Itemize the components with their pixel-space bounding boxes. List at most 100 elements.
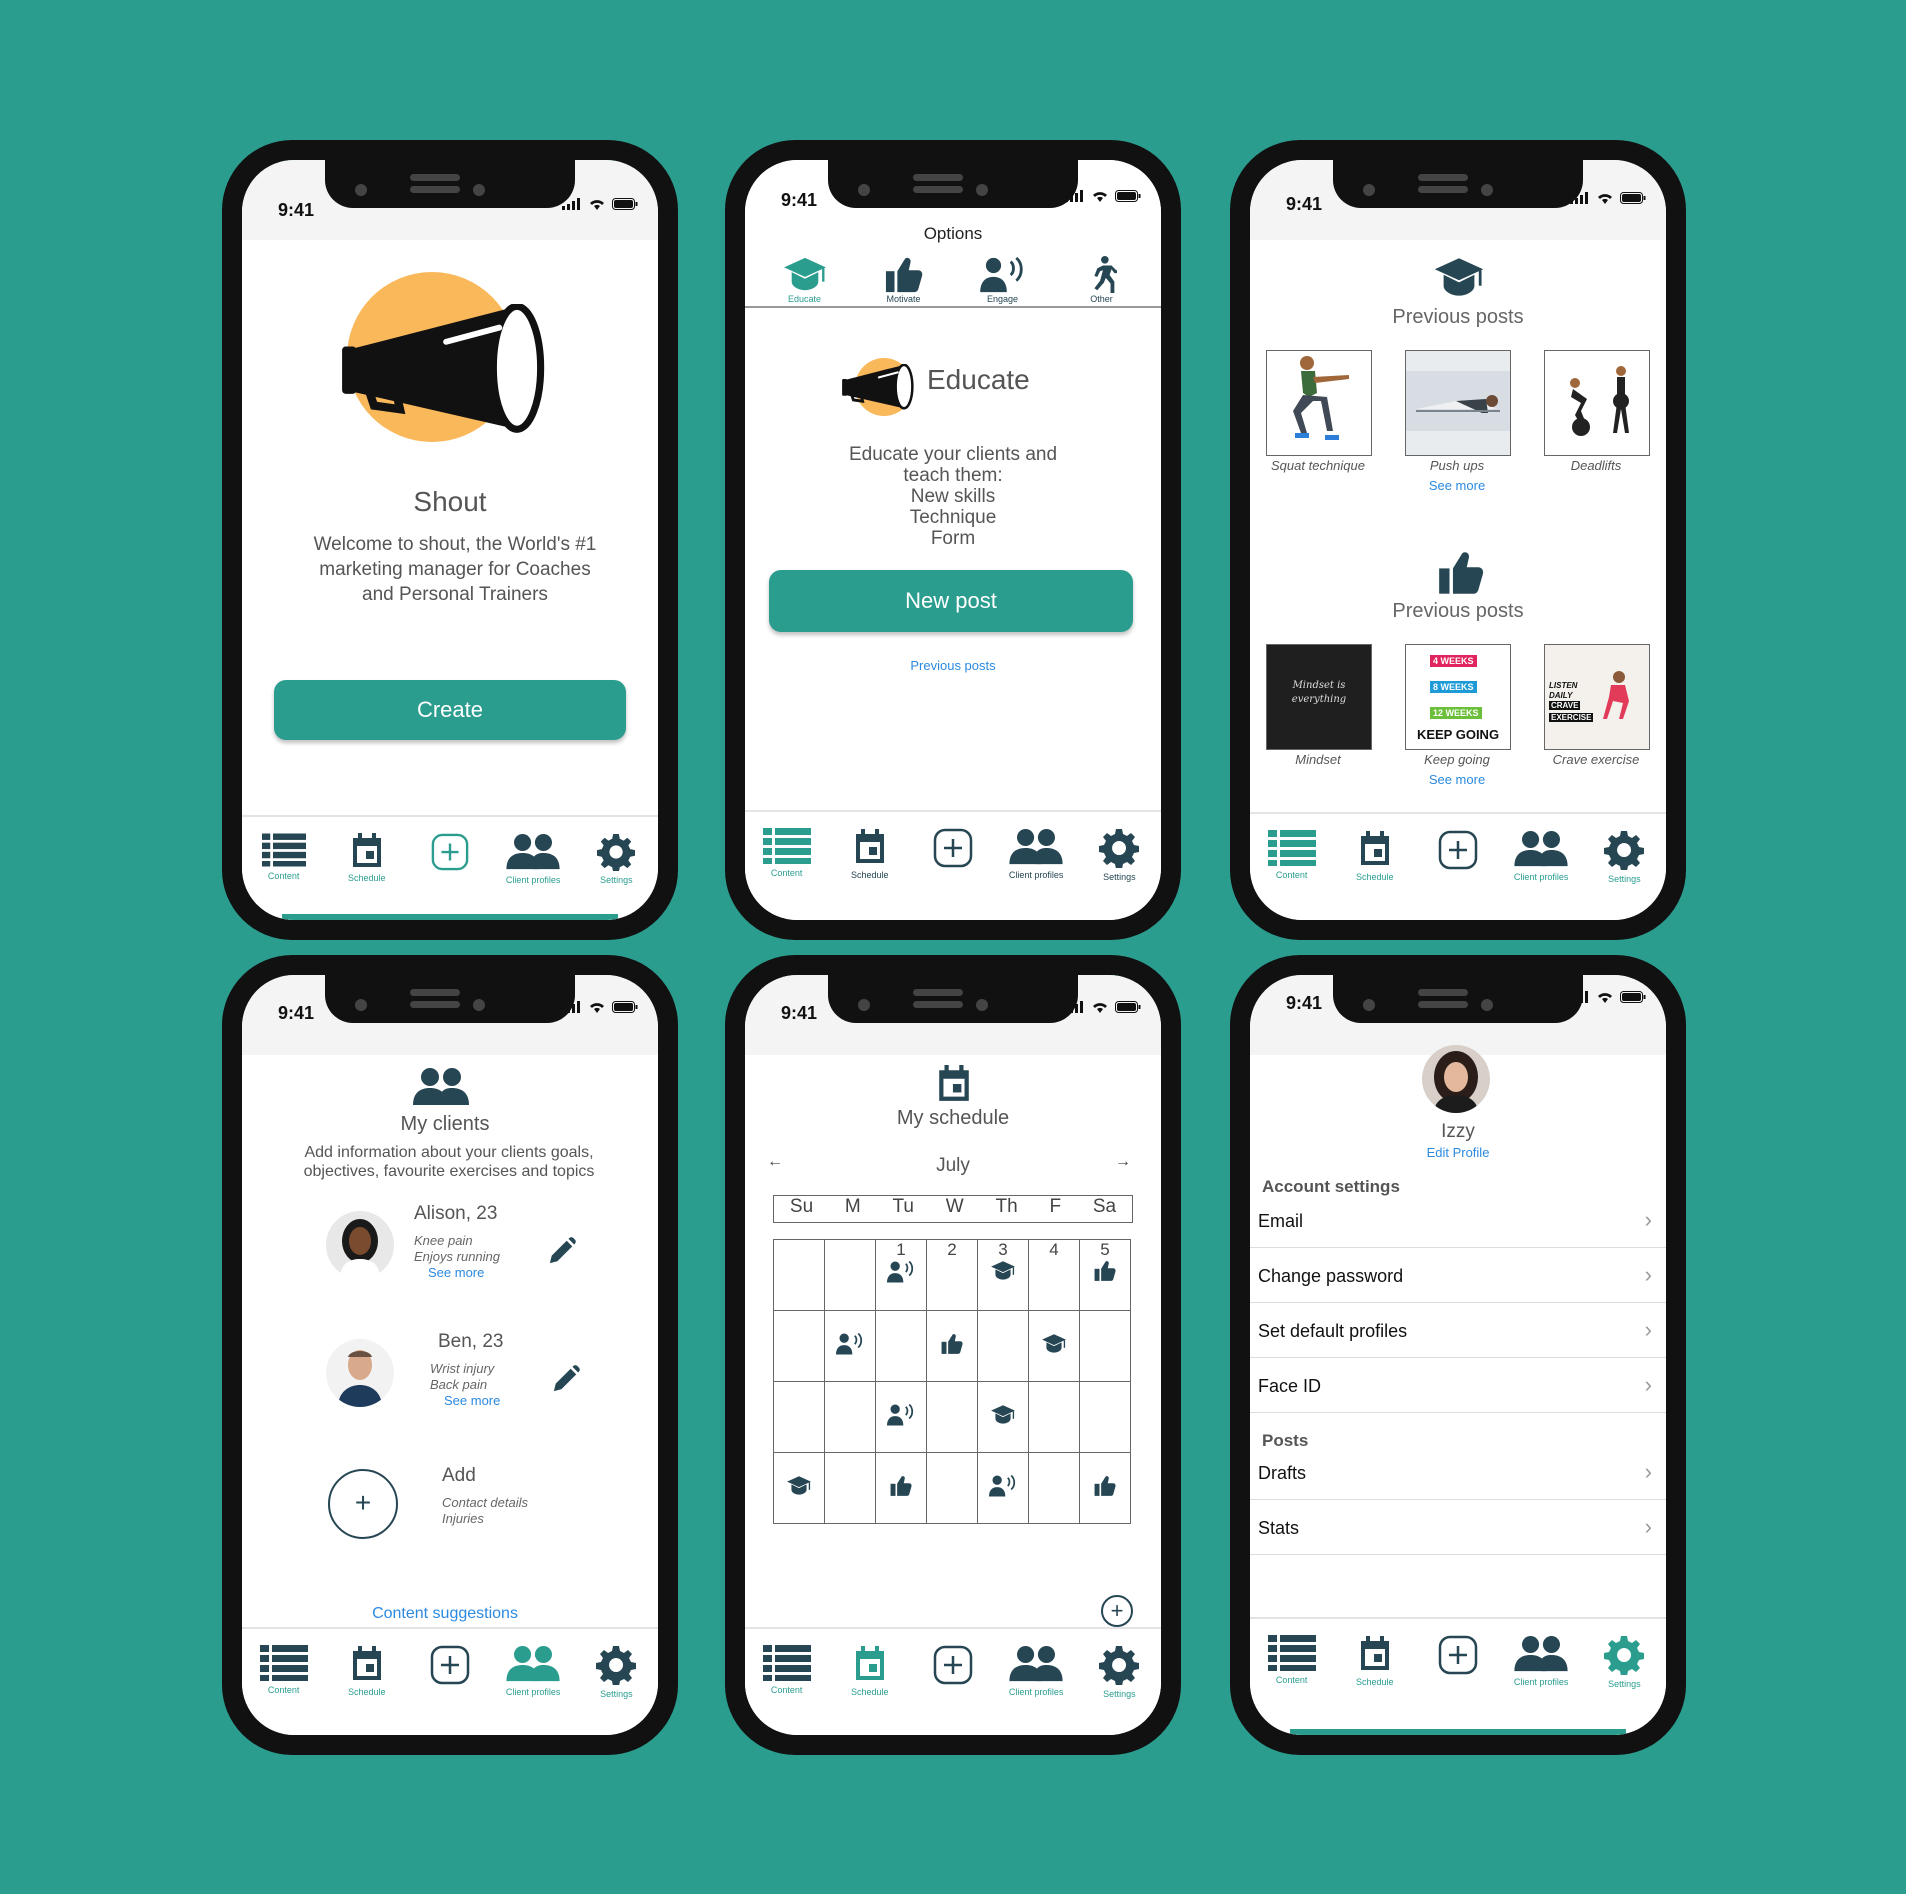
engage-icon[interactable] <box>887 1403 915 1427</box>
graduation-cap-icon[interactable] <box>786 1475 812 1497</box>
calendar-day[interactable] <box>1028 1452 1080 1524</box>
calendar-day[interactable]: 1 <box>875 1239 927 1311</box>
calendar-day[interactable] <box>1079 1381 1131 1453</box>
new-post-button[interactable]: New post <box>769 570 1133 632</box>
add-event-button[interactable]: + <box>1101 1595 1133 1627</box>
calendar-day[interactable] <box>824 1452 876 1524</box>
post-thumb-pushups[interactable] <box>1405 350 1511 456</box>
calendar-day[interactable] <box>1079 1310 1131 1382</box>
nav-add[interactable] <box>410 833 490 871</box>
settings-row-face-id[interactable]: Face ID › <box>1250 1358 1666 1413</box>
post-thumb-keep-going[interactable]: 4 WEEKS 8 WEEKS 12 WEEKS KEEP GOING <box>1405 644 1511 750</box>
calendar-day[interactable] <box>926 1452 978 1524</box>
client-card-ben[interactable]: Ben, 23 Wrist injury Back pain See more <box>242 1331 658 1441</box>
nav-clients[interactable]: Client profiles <box>493 1645 573 1697</box>
nav-content[interactable]: Content <box>747 828 827 878</box>
nav-content[interactable]: Content <box>1252 830 1332 880</box>
calendar-day[interactable] <box>926 1310 978 1382</box>
calendar-day[interactable] <box>773 1239 825 1311</box>
calendar-day[interactable] <box>875 1452 927 1524</box>
settings-row-drafts[interactable]: Drafts › <box>1250 1445 1666 1500</box>
calendar-day[interactable] <box>773 1310 825 1382</box>
nav-settings[interactable]: Settings <box>576 833 656 885</box>
post-thumb-mindset[interactable]: Mindset is everything <box>1266 644 1372 750</box>
tab-other[interactable]: Other <box>1062 256 1142 304</box>
nav-settings[interactable]: Settings <box>1079 828 1159 882</box>
engage-icon[interactable] <box>836 1332 864 1356</box>
create-button[interactable]: Create <box>274 680 626 740</box>
calendar-day[interactable]: 4 <box>1028 1239 1080 1311</box>
nav-clients[interactable]: Client profiles <box>996 1645 1076 1697</box>
thumbs-up-icon[interactable] <box>940 1333 964 1355</box>
graduation-cap-icon[interactable] <box>990 1404 1016 1426</box>
tab-engage[interactable]: Engage <box>963 256 1043 304</box>
calendar-day[interactable] <box>1028 1381 1080 1453</box>
nav-settings[interactable]: Settings <box>1584 1635 1664 1689</box>
thumbs-up-icon[interactable] <box>1093 1260 1117 1282</box>
add-client-button[interactable]: + <box>328 1469 398 1539</box>
thumbs-up-icon[interactable] <box>889 1475 913 1497</box>
nav-schedule[interactable]: Schedule <box>830 828 910 880</box>
nav-clients[interactable]: Client profiles <box>1501 1635 1581 1687</box>
calendar-day[interactable] <box>875 1381 927 1453</box>
nav-settings[interactable]: Settings <box>1079 1645 1159 1699</box>
edit-pencil-icon[interactable] <box>548 1237 576 1265</box>
nav-schedule[interactable]: Schedule <box>327 1645 407 1697</box>
nav-add[interactable] <box>913 1645 993 1685</box>
see-more-link[interactable]: See more <box>428 1265 484 1280</box>
nav-content[interactable]: Content <box>747 1645 827 1695</box>
settings-row-default-profiles[interactable]: Set default profiles › <box>1250 1303 1666 1358</box>
nav-add[interactable] <box>913 828 993 868</box>
nav-add[interactable] <box>1418 830 1498 870</box>
see-more-link-educate[interactable]: See more <box>1397 478 1517 493</box>
previous-posts-link[interactable]: Previous posts <box>745 658 1161 673</box>
calendar-day[interactable]: 2 <box>926 1239 978 1311</box>
calendar-day[interactable]: 3 <box>977 1239 1029 1311</box>
calendar-day[interactable] <box>824 1381 876 1453</box>
calendar-day[interactable] <box>977 1452 1029 1524</box>
nav-clients[interactable]: Client profiles <box>493 833 573 885</box>
graduation-cap-icon[interactable] <box>990 1260 1016 1282</box>
calendar-day[interactable] <box>824 1239 876 1311</box>
engage-icon[interactable] <box>887 1260 915 1284</box>
nav-content[interactable]: Content <box>1252 1635 1332 1685</box>
see-more-link[interactable]: See more <box>444 1393 500 1408</box>
calendar-day[interactable] <box>824 1310 876 1382</box>
settings-row-stats[interactable]: Stats › <box>1250 1500 1666 1555</box>
engage-icon[interactable] <box>989 1474 1017 1498</box>
settings-row-change-password[interactable]: Change password › <box>1250 1248 1666 1303</box>
settings-row-email[interactable]: Email › <box>1250 1193 1666 1248</box>
calendar-day[interactable] <box>1079 1452 1131 1524</box>
nav-schedule[interactable]: Schedule <box>1335 830 1415 882</box>
nav-schedule[interactable]: Schedule <box>327 833 407 883</box>
see-more-link-motivate[interactable]: See more <box>1397 772 1517 787</box>
nav-settings[interactable]: Settings <box>576 1645 656 1699</box>
nav-schedule[interactable]: Schedule <box>830 1645 910 1697</box>
nav-clients[interactable]: Client profiles <box>996 828 1076 880</box>
nav-add[interactable] <box>410 1645 490 1685</box>
nav-clients[interactable]: Client profiles <box>1501 830 1581 882</box>
edit-profile-link[interactable]: Edit Profile <box>1250 1145 1666 1160</box>
post-thumb-deadlifts[interactable] <box>1544 350 1650 456</box>
content-suggestions-link[interactable]: Content suggestions <box>242 1605 648 1623</box>
calendar-day[interactable] <box>773 1381 825 1453</box>
calendar-day[interactable]: 5 <box>1079 1239 1131 1311</box>
add-client-card[interactable]: + Add Contact details Injuries <box>242 1465 658 1565</box>
nav-content[interactable]: Content <box>244 1645 324 1695</box>
calendar-day[interactable] <box>1028 1310 1080 1382</box>
calendar-day[interactable] <box>875 1310 927 1382</box>
nav-settings[interactable]: Settings <box>1584 830 1664 884</box>
calendar-day[interactable] <box>977 1310 1029 1382</box>
nav-content[interactable]: Content <box>244 833 324 881</box>
thumbs-up-icon[interactable] <box>1093 1475 1117 1497</box>
next-month-arrow[interactable]: → <box>1115 1153 1131 1171</box>
client-card-alison[interactable]: Alison, 23 Knee pain Enjoys running See … <box>242 1203 658 1313</box>
nav-schedule[interactable]: Schedule <box>1335 1635 1415 1687</box>
post-thumb-crave[interactable]: LISTEN DAILY CRAVE EXERCISE <box>1544 644 1650 750</box>
calendar-day[interactable] <box>773 1452 825 1524</box>
graduation-cap-icon[interactable] <box>1041 1333 1067 1355</box>
calendar-day[interactable] <box>926 1381 978 1453</box>
post-thumb-squat[interactable] <box>1266 350 1372 456</box>
tab-motivate[interactable]: Motivate <box>864 256 944 304</box>
calendar-day[interactable] <box>977 1381 1029 1453</box>
